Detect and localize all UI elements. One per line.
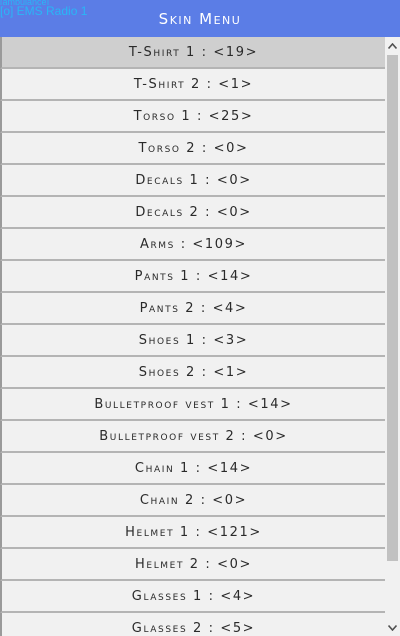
vertical-scrollbar[interactable] <box>385 37 400 636</box>
menu-item-decals-1[interactable]: Decals 1 : <0> <box>0 165 385 197</box>
scrollbar-thumb[interactable] <box>387 55 398 561</box>
menu-item-arms[interactable]: Arms : <109> <box>0 229 385 261</box>
radio-overlay: [ambulance] [o] EMS Radio 1 <box>0 0 87 18</box>
menu-item-shoes-2[interactable]: Shoes 2 : <1> <box>0 357 385 389</box>
menu-item-shoes-1[interactable]: Shoes 1 : <3> <box>0 325 385 357</box>
menu-title: Skin Menu <box>158 9 242 28</box>
menu-item-decals-2[interactable]: Decals 2 : <0> <box>0 197 385 229</box>
menu-item-helmet-2[interactable]: Helmet 2 : <0> <box>0 549 385 581</box>
chevron-up-icon[interactable] <box>385 37 400 54</box>
menu-item-pants-2[interactable]: Pants 2 : <4> <box>0 293 385 325</box>
menu-item-bulletproof-vest-1[interactable]: Bulletproof vest 1 : <14> <box>0 389 385 421</box>
menu-item-chain-1[interactable]: Chain 1 : <14> <box>0 453 385 485</box>
overlay-radio-label: [o] EMS Radio 1 <box>0 4 88 18</box>
menu-item-torso-1[interactable]: Torso 1 : <25> <box>0 101 385 133</box>
menu-item-bulletproof-vest-2[interactable]: Bulletproof vest 2 : <0> <box>0 421 385 453</box>
menu-list[interactable]: T-Shirt 1 : <19> T-Shirt 2 : <1> Torso 1… <box>0 37 385 636</box>
skin-menu-screen: Skin Menu [ambulance] [o] EMS Radio 1 T-… <box>0 0 400 636</box>
menu-item-tshirt-1[interactable]: T-Shirt 1 : <19> <box>0 37 385 69</box>
menu-item-glasses-2[interactable]: Glasses 2 : <5> <box>0 613 385 636</box>
menu-item-helmet-1[interactable]: Helmet 1 : <121> <box>0 517 385 549</box>
menu-item-pants-1[interactable]: Pants 1 : <14> <box>0 261 385 293</box>
menu-item-glasses-1[interactable]: Glasses 1 : <4> <box>0 581 385 613</box>
menu-item-torso-2[interactable]: Torso 2 : <0> <box>0 133 385 165</box>
chevron-down-icon[interactable] <box>385 619 400 636</box>
menu-item-chain-2[interactable]: Chain 2 : <0> <box>0 485 385 517</box>
menu-item-tshirt-2[interactable]: T-Shirt 2 : <1> <box>0 69 385 101</box>
